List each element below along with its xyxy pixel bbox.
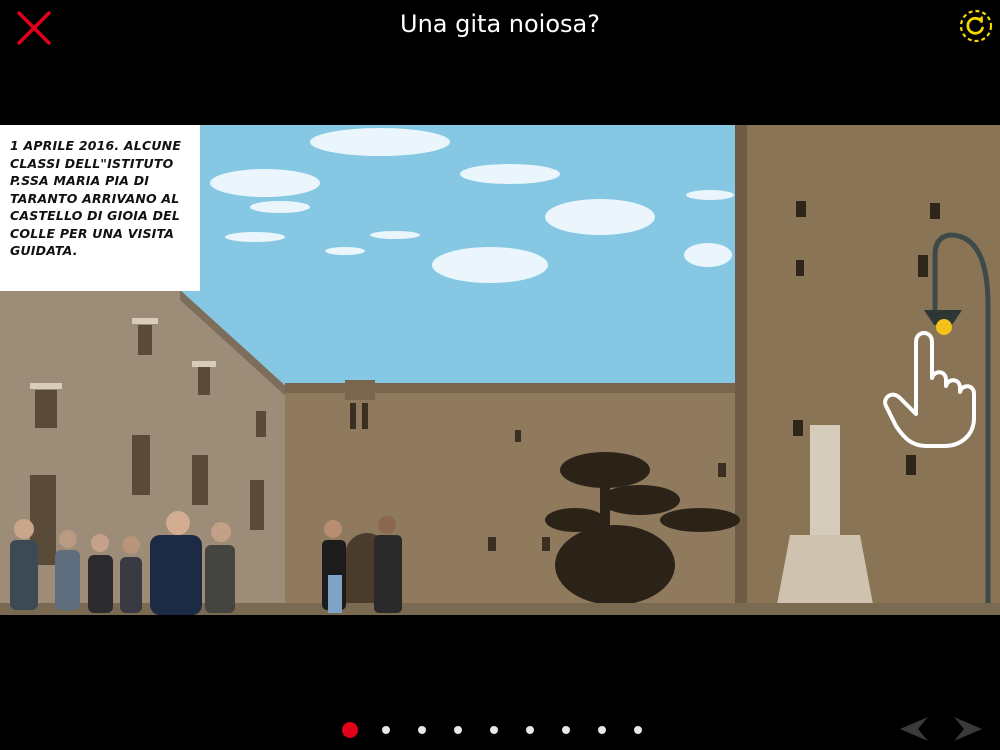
page-dot-6[interactable]	[526, 726, 534, 734]
refresh-icon[interactable]	[958, 8, 994, 44]
page-dot-8[interactable]	[598, 726, 606, 734]
page-dot-5[interactable]	[490, 726, 498, 734]
pointing-hand-icon[interactable]	[882, 322, 982, 448]
page-dot-7[interactable]	[562, 726, 570, 734]
prev-arrow-icon[interactable]	[894, 713, 930, 745]
page-dot-4[interactable]	[454, 726, 462, 734]
page-dot-2[interactable]	[382, 726, 390, 734]
page-dot-9[interactable]	[634, 726, 642, 734]
next-arrow-icon[interactable]	[952, 713, 988, 745]
page-indicator	[332, 722, 656, 738]
page-dot-3[interactable]	[418, 726, 426, 734]
page-dot-1[interactable]	[342, 722, 358, 738]
page-title: Una gita noiosa?	[400, 10, 600, 38]
story-caption: 1 APRILE 2016. ALCUNE CLASSI DELL"ISTITU…	[0, 125, 200, 291]
